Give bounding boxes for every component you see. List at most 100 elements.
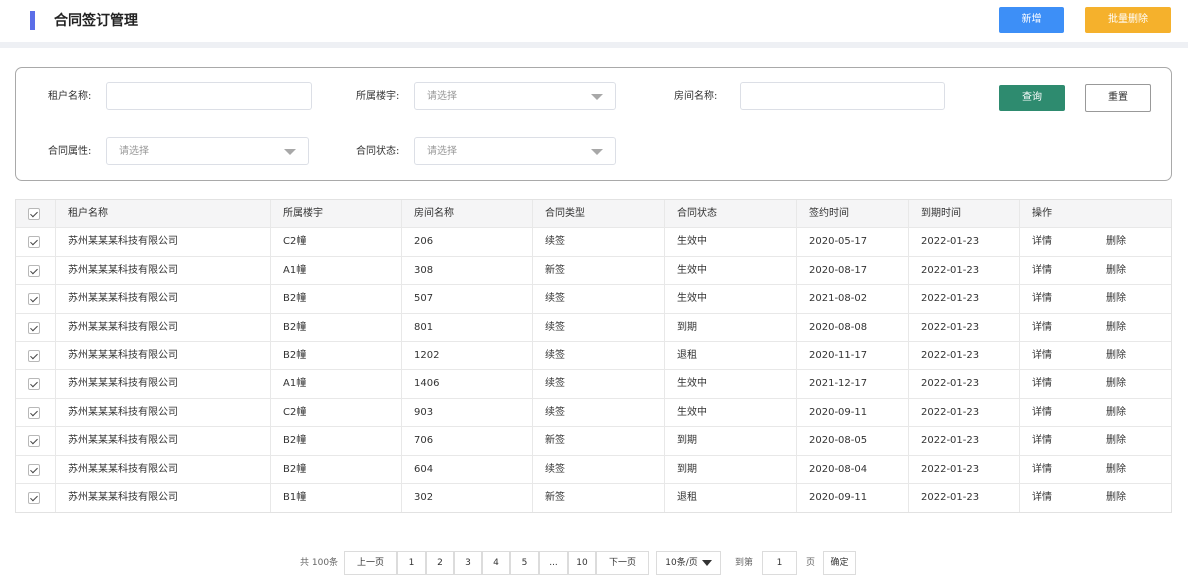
type-cell: 续签 — [532, 341, 664, 370]
reset-button[interactable]: 重置 — [1085, 84, 1151, 112]
page-button[interactable]: 4 — [482, 551, 510, 575]
contract-status-select[interactable]: 请选择 — [414, 137, 616, 165]
delete-link[interactable]: 删除 — [1106, 285, 1126, 313]
prev-page-button[interactable]: 上一页 — [344, 551, 397, 575]
row-checkbox[interactable] — [28, 349, 40, 362]
header-actions: 操作 — [1019, 200, 1171, 228]
expire-date-cell: 2022-01-23 — [908, 285, 1019, 314]
next-page-button[interactable]: 下一页 — [596, 551, 649, 575]
delete-link[interactable]: 删除 — [1106, 314, 1126, 342]
detail-link[interactable]: 详情 — [1032, 407, 1052, 418]
tenant-name-input[interactable] — [106, 82, 312, 110]
contract-attr-select[interactable]: 请选择 — [106, 137, 309, 165]
goto-page-input[interactable]: 1 — [762, 551, 797, 575]
pagination: 共 100条 上一页 1 2 3 4 5 ... 10 下一页 10条/页 到第… — [0, 551, 1188, 575]
expire-date-cell: 2022-01-23 — [908, 483, 1019, 512]
detail-link[interactable]: 详情 — [1032, 378, 1052, 389]
row-select-cell — [16, 342, 55, 370]
table-row: 苏州某某某科技有限公司 C2幢 903 续签 生效中 2020-09-11 2022-01-… — [16, 398, 1171, 428]
type-cell: 续签 — [532, 370, 664, 399]
row-checkbox[interactable] — [28, 491, 40, 504]
select-all-checkbox[interactable] — [28, 208, 40, 220]
title-accent-bar — [30, 11, 35, 30]
row-checkbox[interactable] — [28, 264, 40, 277]
delete-link[interactable]: 删除 — [1106, 399, 1126, 427]
detail-link[interactable]: 详情 — [1032, 236, 1052, 247]
page-button[interactable]: 1 — [397, 551, 426, 575]
row-checkbox[interactable] — [28, 435, 40, 448]
table-header-row: 租户名称 所属楼宇 房间名称 合同类型 合同状态 签约时间 到期时间 操作 — [16, 200, 1171, 229]
delete-link[interactable]: 删除 — [1106, 427, 1126, 455]
page-button[interactable]: 10 — [568, 551, 596, 575]
filter-panel: 租户名称: 所属楼宇: 请选择 房间名称: 查询 重置 合同属性: 请选择 合同… — [15, 67, 1172, 181]
goto-confirm-button[interactable]: 确定 — [823, 551, 856, 575]
row-checkbox[interactable] — [28, 236, 40, 249]
detail-link[interactable]: 详情 — [1032, 322, 1052, 333]
row-select-cell — [16, 228, 55, 256]
header-status: 合同状态 — [664, 200, 796, 228]
sign-date-cell: 2020-08-05 — [796, 427, 908, 456]
add-button[interactable]: 新增 — [999, 7, 1064, 33]
actions-cell: 详情 删除 — [1019, 427, 1171, 456]
type-cell: 续签 — [532, 398, 664, 427]
header-tenant: 租户名称 — [55, 200, 270, 228]
query-button[interactable]: 查询 — [999, 85, 1065, 111]
building-placeholder: 请选择 — [427, 91, 457, 102]
row-checkbox[interactable] — [28, 378, 40, 391]
delete-link[interactable]: 删除 — [1106, 228, 1126, 256]
row-checkbox[interactable] — [28, 321, 40, 334]
actions-cell: 详情 删除 — [1019, 313, 1171, 342]
row-select-cell — [16, 370, 55, 398]
table-row: 苏州某某某科技有限公司 A1幢 1406 续签 生效中 2021-12-17 2022-01… — [16, 370, 1171, 399]
header-expire-date: 到期时间 — [908, 200, 1019, 228]
status-cell: 生效中 — [664, 285, 796, 314]
page-button[interactable]: 3 — [454, 551, 482, 575]
delete-link[interactable]: 删除 — [1106, 257, 1126, 285]
building-cell: C2幢 — [270, 228, 401, 257]
row-checkbox[interactable] — [28, 293, 40, 306]
delete-link[interactable]: 删除 — [1106, 484, 1126, 512]
building-select[interactable]: 请选择 — [414, 82, 616, 110]
row-checkbox[interactable] — [28, 406, 40, 419]
page-size-select[interactable]: 10条/页 — [656, 551, 721, 575]
detail-link[interactable]: 详情 — [1032, 492, 1052, 503]
detail-link[interactable]: 详情 — [1032, 464, 1052, 475]
row-checkbox[interactable] — [28, 463, 40, 476]
building-cell: B2幢 — [270, 285, 401, 314]
page-size-value: 10条/页 — [665, 558, 698, 568]
page-button[interactable]: 2 — [426, 551, 454, 575]
room-name-label: 房间名称: — [674, 91, 718, 102]
building-cell: A1幢 — [270, 370, 401, 399]
batch-delete-button[interactable]: 批量删除 — [1085, 7, 1171, 33]
sign-date-cell: 2020-09-11 — [796, 483, 908, 512]
room-cell: 604 — [401, 455, 532, 484]
tenant-cell: 苏州某某某科技有限公司 — [55, 256, 270, 285]
delete-link[interactable]: 删除 — [1106, 370, 1126, 398]
status-cell: 退租 — [664, 483, 796, 512]
actions-cell: 详情 删除 — [1019, 285, 1171, 314]
detail-link[interactable]: 详情 — [1032, 435, 1052, 446]
building-cell: B1幢 — [270, 483, 401, 512]
detail-link[interactable]: 详情 — [1032, 350, 1052, 361]
sign-date-cell: 2020-08-17 — [796, 256, 908, 285]
room-cell: 903 — [401, 398, 532, 427]
row-select-cell — [16, 314, 55, 342]
detail-link[interactable]: 详情 — [1032, 265, 1052, 276]
row-select-cell — [16, 257, 55, 285]
room-name-input[interactable] — [740, 82, 945, 110]
total-count: 共 100条 — [300, 558, 339, 568]
contract-status-placeholder: 请选择 — [427, 146, 457, 157]
room-cell: 302 — [401, 483, 532, 512]
page-button[interactable]: 5 — [510, 551, 539, 575]
delete-link[interactable]: 删除 — [1106, 342, 1126, 370]
contract-attr-label: 合同属性: — [48, 146, 92, 157]
delete-link[interactable]: 删除 — [1106, 456, 1126, 484]
room-cell: 308 — [401, 256, 532, 285]
detail-link[interactable]: 详情 — [1032, 293, 1052, 304]
actions-cell: 详情 删除 — [1019, 398, 1171, 427]
table-row: 苏州某某某科技有限公司 A1幢 308 新签 生效中 2020-08-17 2022-01-… — [16, 256, 1171, 286]
sign-date-cell: 2020-09-11 — [796, 398, 908, 427]
status-cell: 生效中 — [664, 398, 796, 427]
contract-status-label: 合同状态: — [356, 146, 400, 157]
room-cell: 706 — [401, 427, 532, 456]
